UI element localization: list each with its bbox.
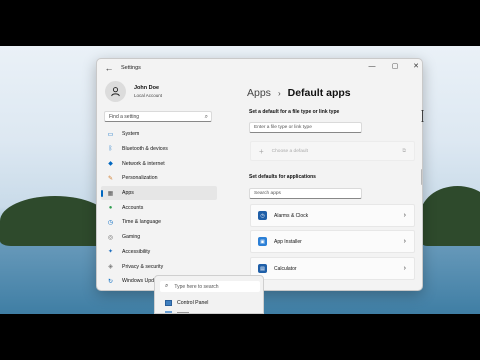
close-button[interactable]: ✕ — [409, 61, 422, 73]
taskbar-search-box[interactable]: ⌕ Type here to search — [160, 281, 260, 292]
bluetooth-icon: ᛒ — [108, 146, 113, 153]
app-name: Alarms & Clock — [274, 212, 309, 219]
back-button[interactable]: ← — [101, 63, 117, 73]
search-input[interactable]: Find a setting ⌕ — [104, 111, 212, 122]
sidebar-item-privacy-security[interactable]: ◈ Privacy & security — [101, 259, 217, 274]
taskbar-search-flyout: ⌕ Type here to search Control Panel — [154, 275, 264, 314]
avatar — [105, 81, 126, 102]
sidebar-item-accessibility[interactable]: ✦ Accessibility — [101, 245, 217, 260]
wallpaper-island-right — [420, 186, 480, 246]
person-icon — [111, 87, 120, 97]
brush-icon: ✎ — [107, 175, 114, 182]
accessibility-icon: ✦ — [107, 249, 114, 256]
sidebar-item-time-language[interactable]: ◷ Time & language — [101, 215, 217, 230]
apps-section-label: Set defaults for applications — [249, 174, 316, 180]
update-icon: ↻ — [107, 278, 114, 285]
apps-icon: ▦ — [107, 190, 114, 197]
maximize-button[interactable]: ▢ — [388, 61, 402, 73]
sidebar-item-label: Network & internet — [122, 160, 165, 167]
breadcrumb-separator: › — [277, 88, 281, 98]
file-type-placeholder: Enter a file type or link type — [254, 125, 312, 130]
profile-account-type: Local Account — [134, 93, 163, 98]
file-type-input[interactable]: Enter a file type or link type — [249, 122, 362, 133]
sidebar-item-label: Privacy & security — [122, 263, 164, 270]
search-placeholder: Find a setting — [109, 114, 140, 120]
text-cursor-icon — [421, 110, 424, 122]
result-icon — [165, 310, 172, 313]
sidebar-item-label: System — [122, 131, 140, 138]
sidebar-item-bluetooth-devices[interactable]: ᛒ Bluetooth & devices — [101, 142, 217, 157]
settings-window: ← Settings — ▢ ✕ John Doe Local Account … — [96, 58, 423, 291]
minimize-button[interactable]: — — [365, 61, 379, 73]
shield-icon: ◈ — [108, 264, 113, 271]
sidebar-item-label: Windows Upda — [122, 278, 157, 285]
breadcrumb-parent[interactable]: Apps — [247, 87, 271, 99]
file-type-section-label: Set a default for a file type or link ty… — [249, 109, 340, 115]
profile-name: John Doe — [134, 85, 160, 91]
search-result-control-panel[interactable]: Control Panel — [160, 297, 260, 308]
taskbar-search-placeholder: Type here to search — [174, 283, 219, 290]
letterbox-bottom — [0, 314, 480, 360]
window-title: Settings — [121, 65, 141, 71]
sidebar-item-accounts[interactable]: ● Accounts — [101, 200, 217, 215]
page-title: Default apps — [287, 87, 351, 99]
search-icon: ⌕ — [165, 283, 169, 289]
wallpaper-island-left — [0, 196, 110, 246]
control-panel-icon — [165, 299, 172, 306]
package-icon: ▣ — [258, 237, 267, 246]
result-label-cut-off — [177, 312, 189, 313]
search-result-label: Control Panel — [177, 299, 209, 306]
sidebar-item-gaming[interactable]: ◎ Gaming — [101, 230, 217, 245]
choose-default-label: Choose a default — [271, 148, 308, 154]
sidebar-item-label: Time & language — [122, 219, 162, 226]
app-row-alarms-clock[interactable]: ◷ Alarms & Clock › — [250, 204, 415, 227]
app-row-app-installer[interactable]: ▣ App Installer › — [250, 230, 415, 253]
app-name: App Installer — [274, 238, 302, 245]
person-icon: ● — [108, 204, 113, 211]
sidebar-item-system[interactable]: ▭ System — [101, 127, 217, 142]
chevron-right-icon: › — [403, 212, 406, 219]
globe-clock-icon: ◷ — [107, 219, 114, 226]
letterbox-top — [0, 0, 480, 46]
wifi-icon: ◆ — [108, 161, 113, 168]
search-apps-input[interactable]: Search apps — [249, 188, 362, 199]
app-row-calculator[interactable]: ▤ Calculator › — [250, 257, 415, 280]
chevron-right-icon: › — [403, 265, 406, 272]
gamepad-icon: ◎ — [107, 234, 114, 241]
sidebar-item-label: Accounts — [122, 204, 144, 211]
scrollbar[interactable] — [421, 169, 422, 185]
alarm-clock-icon: ◷ — [258, 211, 267, 220]
sidebar-nav: ▭ System ᛒ Bluetooth & devices ◆ Network & in… — [101, 127, 217, 289]
sidebar-item-label: Accessibility — [122, 248, 151, 255]
sidebar-item-label: Personalization — [122, 175, 158, 182]
chevron-right-icon: › — [403, 238, 406, 245]
sidebar-item-personalization[interactable]: ✎ Personalization — [101, 171, 217, 186]
choose-default-button[interactable]: + Choose a default ⧉ — [250, 141, 415, 161]
sidebar-item-label: Bluetooth & devices — [122, 146, 168, 153]
sidebar-item-label: Gaming — [122, 234, 141, 241]
user-profile[interactable]: John Doe Local Account — [105, 81, 162, 102]
sidebar-item-label: Apps — [122, 190, 134, 197]
sidebar-item-network-internet[interactable]: ◆ Network & internet — [101, 156, 217, 171]
search-icon: ⌕ — [204, 114, 208, 120]
breadcrumb: Apps › Default apps — [247, 87, 351, 99]
monitor-icon: ▭ — [107, 131, 114, 138]
sidebar-item-apps[interactable]: ▦ Apps — [101, 185, 217, 201]
external-link-icon: ⧉ — [402, 148, 406, 154]
app-name: Calculator — [274, 265, 297, 272]
search-apps-placeholder: Search apps — [254, 191, 281, 196]
calculator-icon: ▤ — [258, 264, 267, 273]
search-result-partial[interactable] — [160, 310, 260, 313]
plus-icon: + — [259, 146, 264, 156]
